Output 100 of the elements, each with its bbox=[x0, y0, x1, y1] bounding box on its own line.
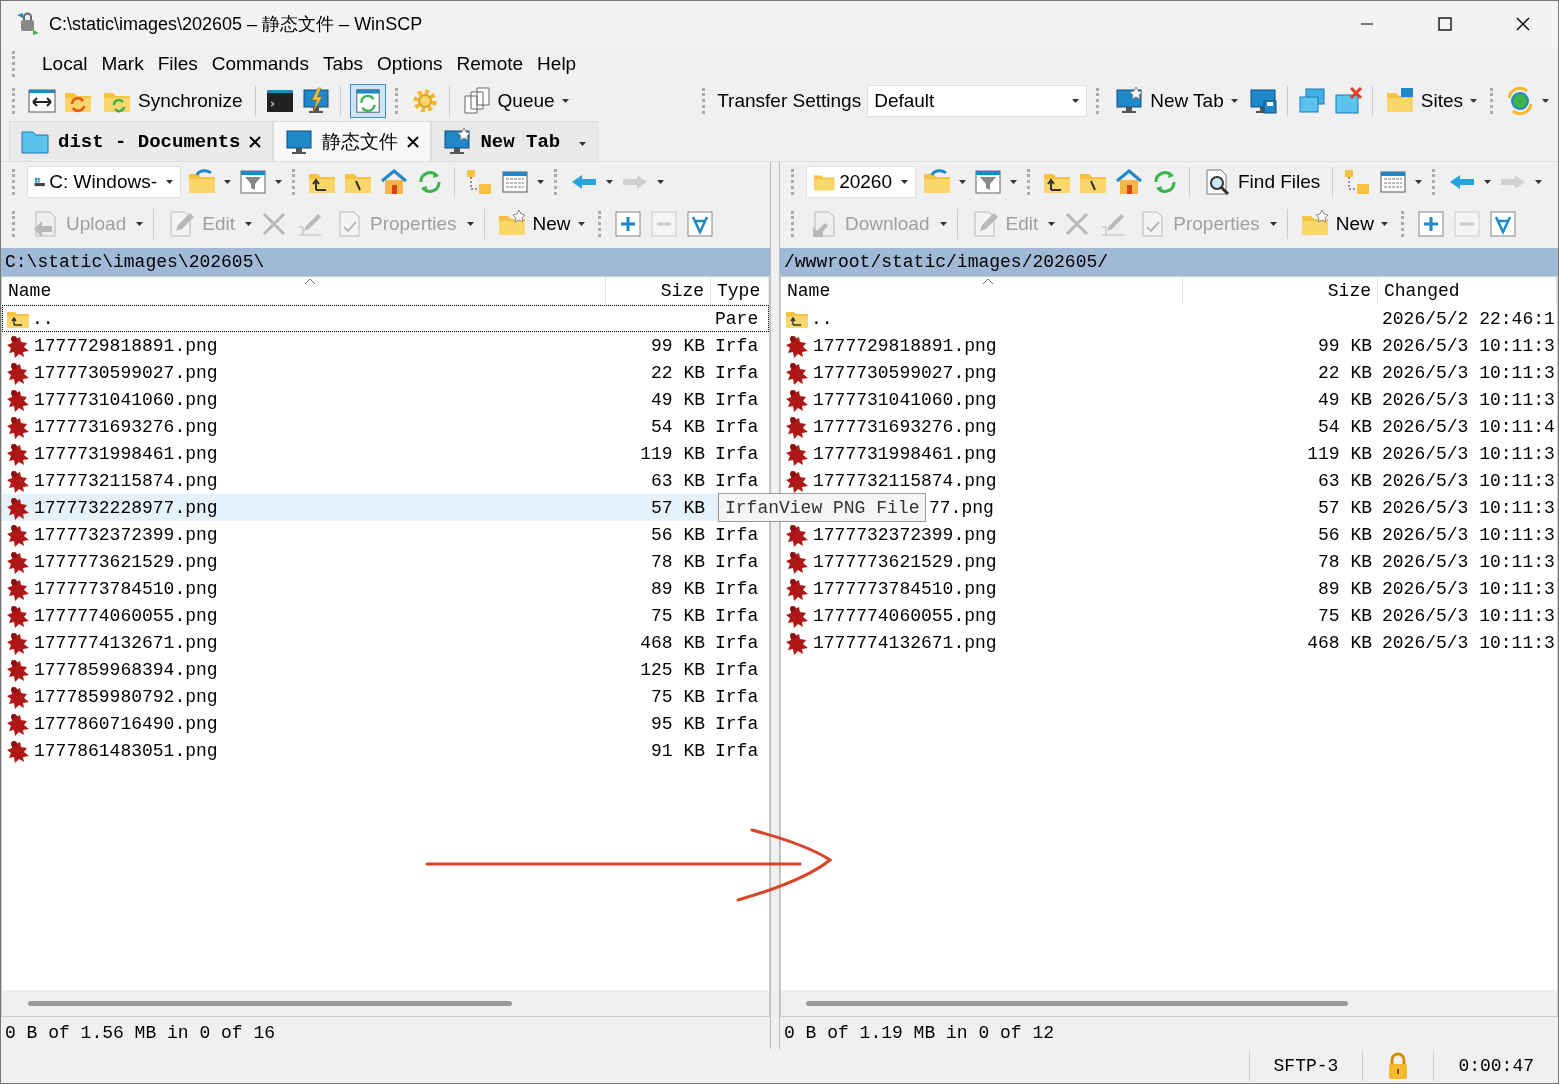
select-plus-icon[interactable] bbox=[612, 209, 643, 239]
dropdown-caret-icon[interactable] bbox=[165, 179, 174, 185]
file-row[interactable]: 1777859968394.png 125 KB Irfa bbox=[2, 656, 769, 683]
select-all-icon[interactable] bbox=[684, 209, 715, 239]
column-header[interactable]: Size bbox=[1183, 277, 1378, 305]
find-files-button[interactable]: Find Files bbox=[1199, 165, 1324, 199]
filter-icon[interactable] bbox=[973, 167, 1003, 197]
dropdown-caret-icon[interactable] bbox=[1414, 179, 1424, 185]
file-row[interactable]: 1777861483051.png 91 KB Irfa bbox=[2, 737, 769, 764]
dropdown-caret-icon[interactable] bbox=[465, 221, 475, 227]
column-header[interactable]: Type bbox=[711, 277, 769, 305]
close-icon[interactable] bbox=[1515, 16, 1531, 32]
file-row[interactable]: 1777732115874.png 63 KB Irfa bbox=[2, 467, 769, 494]
queue-button[interactable]: Queue bbox=[458, 84, 573, 118]
new-button[interactable]: New bbox=[1296, 207, 1392, 241]
file-row[interactable]: 1777774132671.png 468 KB 2026/5/3 10:11:3 bbox=[781, 629, 1557, 656]
file-row[interactable]: 1777859980792.png 75 KB Irfa bbox=[2, 683, 769, 710]
dropdown-caret-icon[interactable] bbox=[536, 179, 545, 185]
dropdown-caret-icon[interactable] bbox=[938, 221, 948, 227]
dropdown-caret-icon[interactable] bbox=[900, 179, 909, 185]
dropdown-caret-icon[interactable] bbox=[560, 98, 570, 104]
dropdown-caret-icon[interactable] bbox=[274, 179, 283, 185]
compare-icon[interactable] bbox=[27, 86, 57, 116]
close-tab-icon[interactable] bbox=[406, 134, 421, 149]
dropdown-caret-icon[interactable] bbox=[1009, 179, 1018, 185]
menu-item[interactable]: Mark bbox=[94, 53, 151, 75]
dropdown-caret-icon[interactable] bbox=[605, 179, 614, 185]
duplicate-tab-icon[interactable] bbox=[1296, 86, 1327, 116]
menu-item[interactable]: Options bbox=[370, 53, 450, 75]
column-header[interactable]: Changed bbox=[1378, 277, 1557, 305]
select-all-icon[interactable] bbox=[1487, 209, 1518, 239]
menu-item[interactable]: Local bbox=[35, 53, 95, 75]
dropdown-caret-icon[interactable] bbox=[1379, 221, 1389, 227]
close-tab-icon[interactable] bbox=[248, 134, 263, 149]
file-row[interactable]: 1777729818891.png 99 KB 2026/5/3 10:11:3 bbox=[781, 332, 1557, 359]
file-row[interactable]: 1777731041060.png 49 KB Irfa bbox=[2, 386, 769, 413]
file-row[interactable]: 1777730599027.png 22 KB Irfa bbox=[2, 359, 769, 386]
maximize-icon[interactable] bbox=[1437, 16, 1453, 32]
dropdown-caret-icon[interactable] bbox=[135, 221, 145, 227]
globe-sync-icon[interactable] bbox=[1505, 86, 1535, 116]
dropdown-caret-icon[interactable] bbox=[1469, 98, 1478, 104]
sites-button[interactable]: Sites bbox=[1381, 84, 1481, 118]
scrollbar-thumb[interactable] bbox=[28, 1000, 512, 1006]
file-row[interactable]: 1777773784510.png 89 KB Irfa bbox=[2, 575, 769, 602]
putty-icon[interactable] bbox=[300, 86, 331, 116]
drive-dropdown[interactable]: C: Windows- bbox=[27, 166, 181, 198]
file-row[interactable]: 1777773784510.png 89 KB 2026/5/3 10:11:3 bbox=[781, 575, 1557, 602]
synchronize-button[interactable]: Synchronize bbox=[99, 84, 246, 118]
new-tab-button[interactable]: New Tab bbox=[1111, 84, 1242, 118]
file-row[interactable]: .. 2026/5/2 22:46:1 bbox=[781, 305, 1557, 332]
dropdown-caret-icon[interactable] bbox=[1541, 98, 1550, 104]
new-button[interactable]: New bbox=[493, 207, 589, 241]
dropdown-caret-icon[interactable] bbox=[243, 221, 253, 227]
filter-icon[interactable] bbox=[238, 167, 268, 197]
file-row[interactable]: 1777732372399.png 56 KB 2026/5/3 10:11:3 bbox=[781, 521, 1557, 548]
dropdown-caret-icon[interactable] bbox=[1229, 98, 1239, 104]
file-row[interactable]: 1777860716490.png 95 KB Irfa bbox=[2, 710, 769, 737]
session-tab[interactable]: 静态文件 bbox=[273, 121, 432, 161]
file-row[interactable]: 1777731998461.png 119 KB Irfa bbox=[2, 440, 769, 467]
select-plus-icon[interactable] bbox=[1415, 209, 1446, 239]
transfer-settings-dropdown[interactable]: Default bbox=[867, 85, 1088, 117]
column-header[interactable]: Size bbox=[606, 277, 711, 305]
dropdown-caret-icon[interactable] bbox=[1534, 179, 1544, 185]
home-icon[interactable] bbox=[379, 167, 409, 197]
menu-item[interactable]: Commands bbox=[204, 53, 316, 75]
file-row[interactable]: 1777731998461.png 119 KB 2026/5/3 10:11:3 bbox=[781, 440, 1557, 467]
folder-dropdown[interactable]: 20260 bbox=[806, 166, 916, 198]
menu-item[interactable]: Help bbox=[530, 53, 584, 75]
column-header[interactable]: Name bbox=[781, 277, 1183, 305]
session-tab[interactable]: dist - Documents bbox=[9, 121, 274, 161]
save-session-icon[interactable] bbox=[1247, 86, 1278, 116]
file-row[interactable]: 1777732115874.png 63 KB 2026/5/3 10:11:3 bbox=[781, 467, 1557, 494]
dropdown-caret-icon[interactable] bbox=[656, 179, 665, 185]
file-row[interactable]: 1777773621529.png 78 KB Irfa bbox=[2, 548, 769, 575]
column-header[interactable]: Name bbox=[2, 277, 606, 305]
file-row[interactable]: 1777729818891.png 99 KB Irfa bbox=[2, 332, 769, 359]
dropdown-caret-icon[interactable] bbox=[223, 179, 232, 185]
home-icon[interactable] bbox=[1114, 167, 1144, 197]
new-tab-icon[interactable] bbox=[442, 126, 473, 157]
dropdown-caret-icon[interactable] bbox=[576, 221, 586, 227]
file-row[interactable]: 1777774060055.png 75 KB 2026/5/3 10:11:3 bbox=[781, 602, 1557, 629]
dropdown-caret-icon[interactable] bbox=[578, 140, 588, 147]
scrollbar-thumb[interactable] bbox=[806, 1000, 1348, 1006]
dropdown-caret-icon[interactable] bbox=[1483, 179, 1493, 185]
file-row[interactable]: 1777774132671.png 468 KB Irfa bbox=[2, 629, 769, 656]
file-row[interactable]: 1777732372399.png 56 KB Irfa bbox=[2, 521, 769, 548]
file-row[interactable]: 1777731693276.png 54 KB Irfa bbox=[2, 413, 769, 440]
queue-icon[interactable] bbox=[461, 86, 492, 116]
file-row[interactable]: .. Pare bbox=[2, 305, 769, 332]
menu-item[interactable]: Files bbox=[150, 53, 205, 75]
dropdown-caret-icon[interactable] bbox=[1071, 98, 1081, 104]
session-tab[interactable]: New Tab bbox=[431, 121, 599, 161]
menu-item[interactable]: Remote bbox=[449, 53, 531, 75]
dropdown-caret-icon[interactable] bbox=[1268, 221, 1278, 227]
menu-item[interactable]: Tabs bbox=[315, 53, 371, 75]
dropdown-caret-icon[interactable] bbox=[958, 179, 967, 185]
file-row[interactable]: 1777731693276.png 54 KB 2026/5/3 10:11:4 bbox=[781, 413, 1557, 440]
file-row[interactable]: 1777773621529.png 78 KB 2026/5/3 10:11:3 bbox=[781, 548, 1557, 575]
file-row[interactable]: 1777731041060.png 49 KB 2026/5/3 10:11:3 bbox=[781, 386, 1557, 413]
tree-icon[interactable] bbox=[464, 167, 494, 197]
